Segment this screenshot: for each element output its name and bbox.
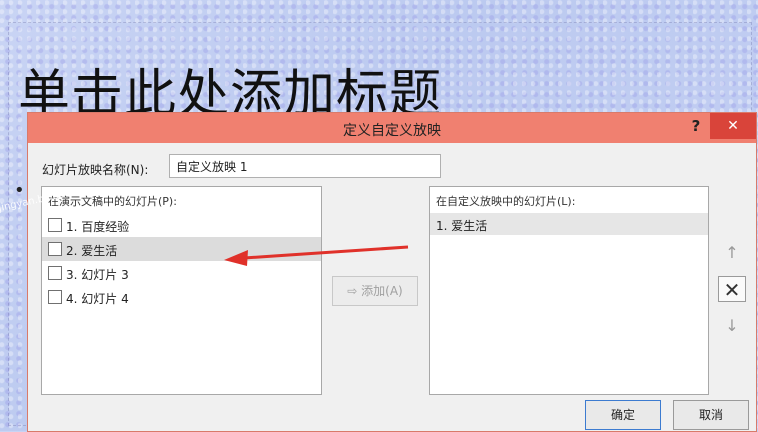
slide-item-label: 2. 爱生活 (66, 244, 118, 258)
dialog-titlebar: 定义自定义放映 ? ✕ (28, 113, 756, 143)
show-name-label: 幻灯片放映名称(N): (42, 163, 149, 177)
slide-checkbox[interactable] (48, 266, 62, 280)
custom-show-slides-list[interactable]: 在自定义放映中的幻灯片(L): 1. 爱生活 (429, 186, 709, 395)
slide-list-item[interactable]: 3. 幻灯片 3 (42, 261, 321, 285)
slide-list-item[interactable]: 2. 爱生活 (42, 237, 321, 261)
presentation-slides-label: 在演示文稿中的幻灯片(P): (48, 195, 177, 208)
close-button[interactable]: ✕ (710, 113, 756, 139)
slide-list-item[interactable]: 1. 百度经验 (42, 213, 321, 237)
slide-item-label: 3. 幻灯片 3 (66, 268, 129, 282)
add-button[interactable]: ⇨ 添加(A) (332, 276, 418, 306)
custom-show-slides-label: 在自定义放映中的幻灯片(L): (436, 195, 576, 208)
presentation-slides-list[interactable]: 在演示文稿中的幻灯片(P): 1. 百度经验 2. 爱生活 3. 幻灯片 3 4… (41, 186, 322, 395)
slide-checkbox[interactable] (48, 218, 62, 232)
slide-checkbox[interactable] (48, 290, 62, 304)
define-custom-show-dialog: 定义自定义放映 ? ✕ 幻灯片放映名称(N): 在演示文稿中的幻灯片(P): 1… (27, 112, 757, 432)
slide-list-item[interactable]: 4. 幻灯片 4 (42, 285, 321, 309)
move-up-icon[interactable]: ↑ (718, 240, 746, 266)
remove-icon[interactable]: ✕ (718, 276, 746, 302)
move-down-icon[interactable]: ↓ (718, 313, 746, 339)
dialog-title: 定义自定义放映 (343, 123, 441, 139)
slide-item-label: 4. 幻灯片 4 (66, 292, 129, 306)
slide-item-label: 1. 百度经验 (66, 220, 130, 234)
custom-show-list-item[interactable]: 1. 爱生活 (430, 213, 708, 235)
ok-button[interactable]: 确定 (585, 400, 661, 430)
help-button[interactable]: ? (686, 117, 706, 137)
show-name-input[interactable] (169, 154, 441, 178)
slide-checkbox[interactable] (48, 242, 62, 256)
cancel-button[interactable]: 取消 (673, 400, 749, 430)
